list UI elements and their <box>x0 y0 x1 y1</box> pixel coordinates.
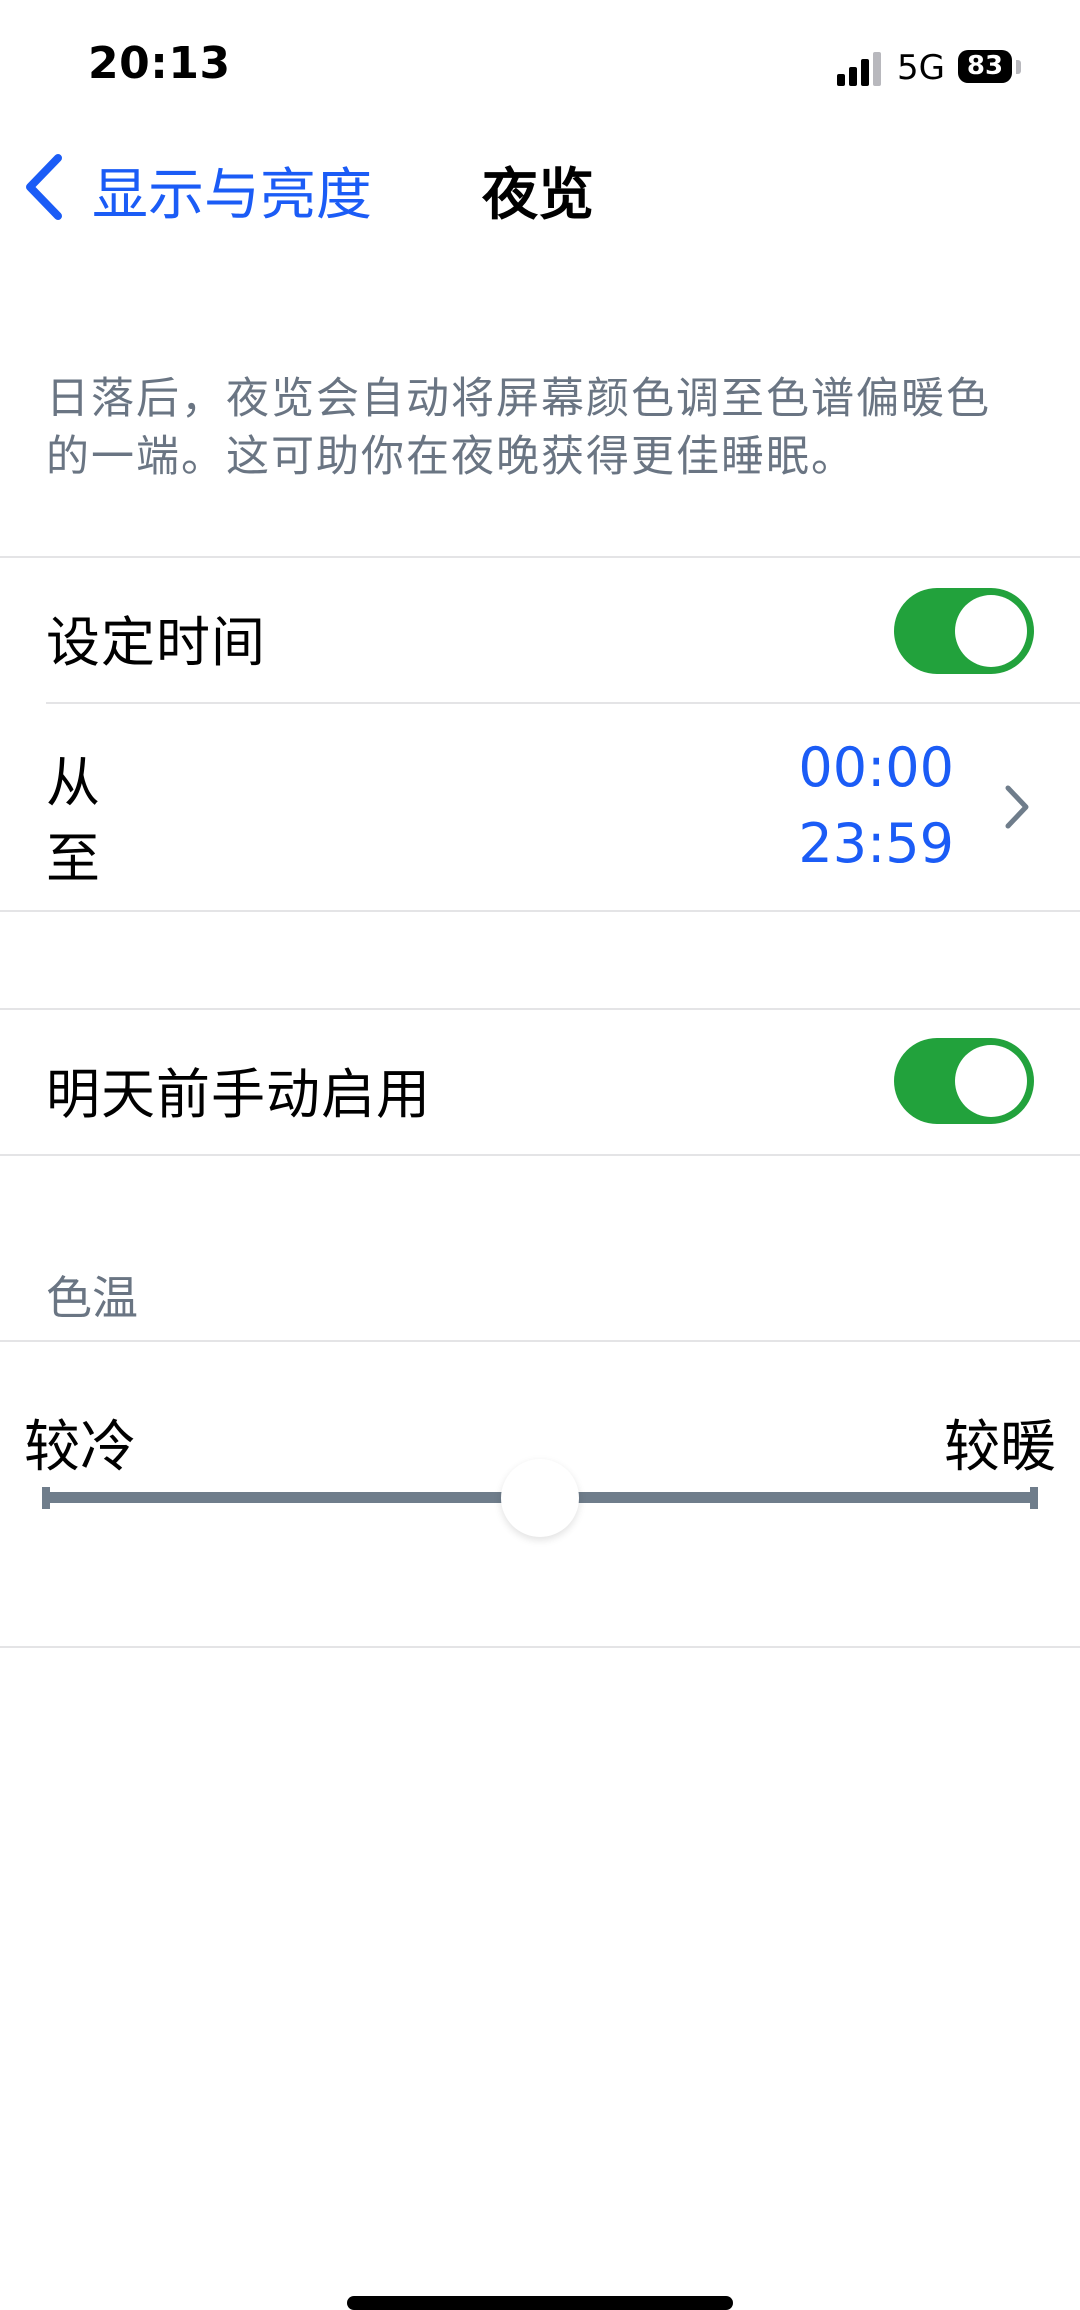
to-time[interactable]: 23:59 <box>798 812 954 875</box>
page-title: 夜览 <box>0 150 1080 231</box>
slider-track-right[interactable] <box>577 1492 1033 1503</box>
to-label: 至 <box>46 827 101 890</box>
feature-description: 日落后，夜览会自动将屏幕颜色调至色谱偏暖色的一端。这可助你在夜晚获得更佳睡眠。 <box>46 374 991 482</box>
status-time: 20:13 <box>88 38 231 89</box>
schedule-label: 设定时间 <box>46 611 266 674</box>
divider <box>46 702 1080 704</box>
home-indicator[interactable] <box>347 2296 733 2310</box>
manual-enable-label: 明天前手动启用 <box>46 1063 431 1126</box>
from-label: 从 <box>46 751 101 814</box>
divider <box>0 1340 1080 1342</box>
divider <box>0 1154 1080 1156</box>
divider <box>0 1008 1080 1010</box>
slider-track-end-cap <box>1030 1487 1038 1509</box>
manual-enable-toggle[interactable] <box>894 1038 1034 1124</box>
divider <box>0 1646 1080 1648</box>
from-time[interactable]: 00:00 <box>798 736 954 799</box>
color-temp-slider-thumb[interactable] <box>501 1459 579 1537</box>
section-header-color-temp: 色温 <box>46 1271 138 1325</box>
toggle-knob <box>955 595 1027 667</box>
battery-icon: 83 <box>958 50 1012 83</box>
toggle-knob <box>955 1045 1027 1117</box>
battery-tip <box>1016 60 1021 74</box>
page-title-text: 夜览 <box>482 163 594 228</box>
cellular-signal-icon <box>837 52 881 86</box>
divider <box>0 910 1080 912</box>
slider-track-left[interactable] <box>46 1492 502 1503</box>
network-type: 5G <box>897 48 945 88</box>
slider-min-label: 较冷 <box>24 1415 136 1480</box>
schedule-toggle[interactable] <box>894 588 1034 674</box>
divider <box>0 556 1080 558</box>
slider-max-label: 较暖 <box>944 1415 1056 1480</box>
chevron-right-icon[interactable] <box>1002 782 1032 832</box>
